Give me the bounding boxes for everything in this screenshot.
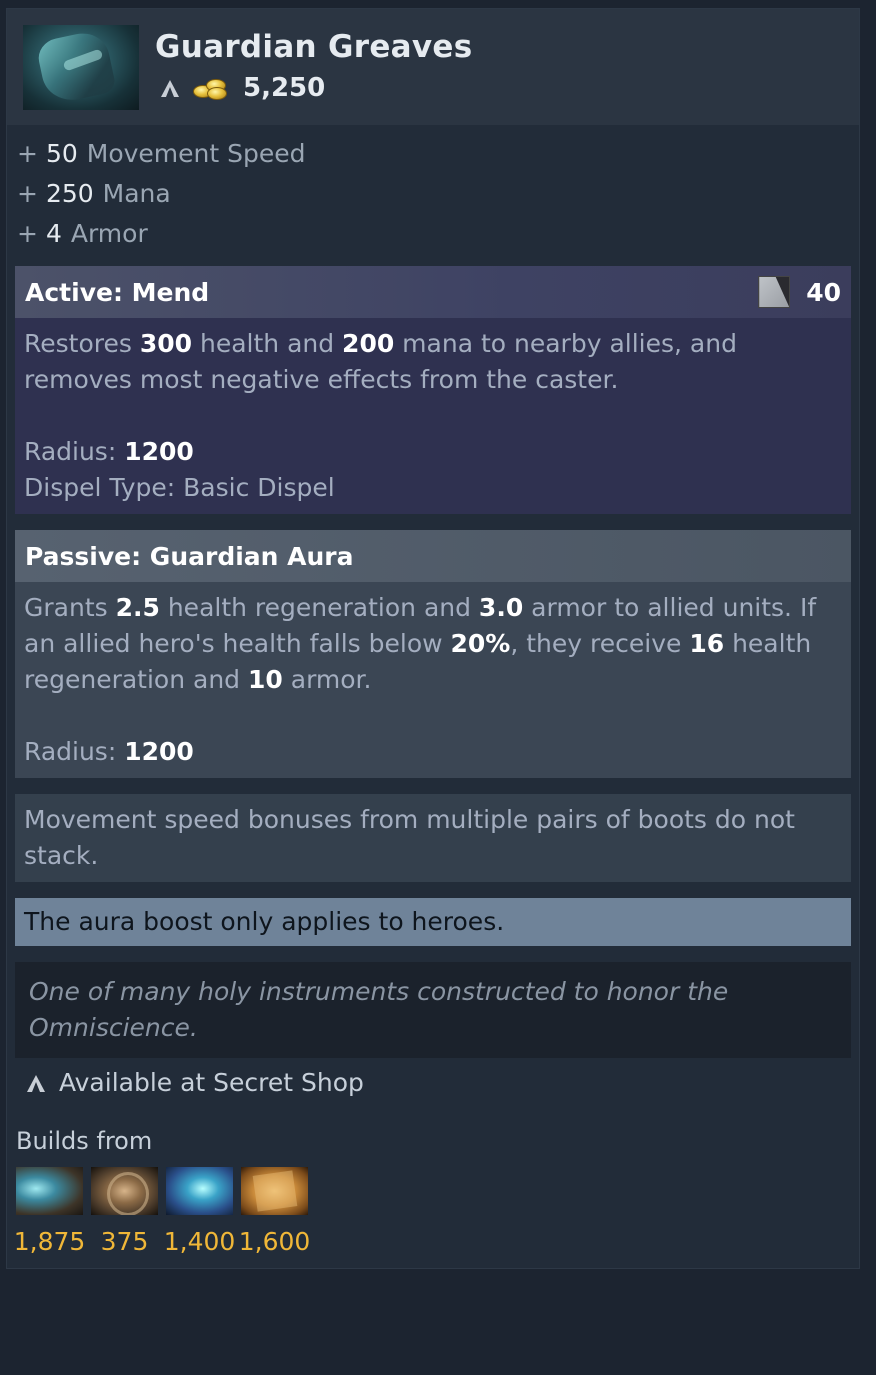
desc-value: 20% [450, 629, 511, 658]
components-list: 1,875 375 1,400 1,600 [13, 1167, 311, 1256]
dispel-type: Dispel Type: Basic Dispel [24, 473, 335, 502]
stat-plus: + [17, 178, 38, 208]
passive-ability-body: Grants 2.5 health regeneration and 3.0 a… [15, 582, 851, 770]
desc-value: 300 [139, 329, 193, 358]
radius-value: 1200 [124, 437, 194, 466]
component-item[interactable]: 1,875 [13, 1167, 86, 1256]
recipe-scroll-icon[interactable] [241, 1167, 308, 1215]
stat-value: 4 [45, 218, 62, 248]
aura-note: The aura boost only applies to heroes. [15, 898, 851, 946]
stat-plus: + [17, 218, 38, 248]
desc-text: Grants [24, 593, 116, 622]
item-cost: 5,250 [243, 73, 326, 103]
stat-value: 50 [45, 138, 78, 168]
stat-plus: + [17, 138, 38, 168]
arcane-boots-icon[interactable] [16, 1167, 83, 1215]
passive-ability-title: Passive: Guardian Aura [25, 541, 354, 571]
radius-label: Radius: [24, 437, 125, 466]
secret-shop-icon [25, 1072, 47, 1094]
availability-row: Available at Secret Shop [25, 1068, 364, 1097]
tooltip-header: Guardian Greaves 5,250 [7, 9, 859, 125]
availability-text: Available at Secret Shop [59, 1068, 364, 1097]
passive-ability-panel: Passive: Guardian Aura Grants 2.5 health… [15, 530, 851, 778]
gold-coins-icon [191, 76, 231, 100]
component-item[interactable]: 375 [91, 1167, 158, 1256]
stat-value: 250 [45, 178, 94, 208]
active-ability-description: Restores 300 health and 200 mana to near… [24, 326, 842, 398]
buckler-icon[interactable] [91, 1167, 158, 1215]
stats-list: + 50 Movement Speed + 250 Mana + 4 Armor [17, 133, 306, 253]
guardian-greaves-icon [23, 25, 139, 110]
cooldown-value: 40 [806, 277, 841, 307]
passive-radius: Radius: 1200 [24, 734, 842, 770]
active-ability-title: Active: Mend [25, 277, 210, 307]
active-ability-body: Restores 300 health and 200 mana to near… [15, 318, 851, 506]
desc-text: Restores [24, 329, 140, 358]
desc-value: 2.5 [115, 593, 160, 622]
component-item[interactable]: 1,600 [238, 1167, 311, 1256]
component-item[interactable]: 1,400 [163, 1167, 236, 1256]
lore-text: One of many holy instruments constructed… [15, 962, 851, 1058]
boots-stack-note: Movement speed bonuses from multiple pai… [15, 794, 851, 882]
desc-text: health and [192, 329, 343, 358]
cooldown-icon [758, 276, 791, 308]
desc-text: , they receive [510, 629, 690, 658]
component-cost: 375 [100, 1227, 149, 1256]
desc-text: health regeneration and [159, 593, 479, 622]
mekansm-icon[interactable] [166, 1167, 233, 1215]
builds-from-label: Builds from [16, 1127, 153, 1155]
secret-shop-icon [159, 77, 181, 99]
component-cost: 1,400 [163, 1227, 236, 1256]
cost-row: 5,250 [159, 73, 325, 103]
stat-label: Movement Speed [86, 138, 306, 168]
stat-row: + 250 Mana [17, 173, 306, 213]
desc-value: 3.0 [478, 593, 524, 622]
active-radius: Radius: 1200 [24, 434, 842, 470]
item-title: Guardian Greaves [155, 29, 473, 65]
stat-label: Mana [102, 178, 171, 208]
desc-text: armor. [282, 665, 372, 694]
item-tooltip: Guardian Greaves 5,250 + 50 Movement Spe… [6, 8, 860, 1269]
radius-value: 1200 [124, 737, 194, 766]
stat-row: + 4 Armor [17, 213, 306, 253]
desc-value: 16 [689, 629, 725, 658]
component-cost: 1,875 [13, 1227, 86, 1256]
stat-row: + 50 Movement Speed [17, 133, 306, 173]
passive-ability-header: Passive: Guardian Aura [15, 530, 851, 582]
active-ability-panel: Active: Mend 40 Restores 300 health and … [15, 266, 851, 514]
component-cost: 1,600 [238, 1227, 311, 1256]
cooldown: 40 [758, 276, 841, 308]
radius-label: Radius: [24, 737, 125, 766]
desc-value: 10 [248, 665, 283, 694]
stat-label: Armor [70, 218, 148, 248]
active-ability-header: Active: Mend 40 [15, 266, 851, 318]
desc-value: 200 [342, 329, 395, 358]
passive-ability-description: Grants 2.5 health regeneration and 3.0 a… [24, 590, 842, 698]
